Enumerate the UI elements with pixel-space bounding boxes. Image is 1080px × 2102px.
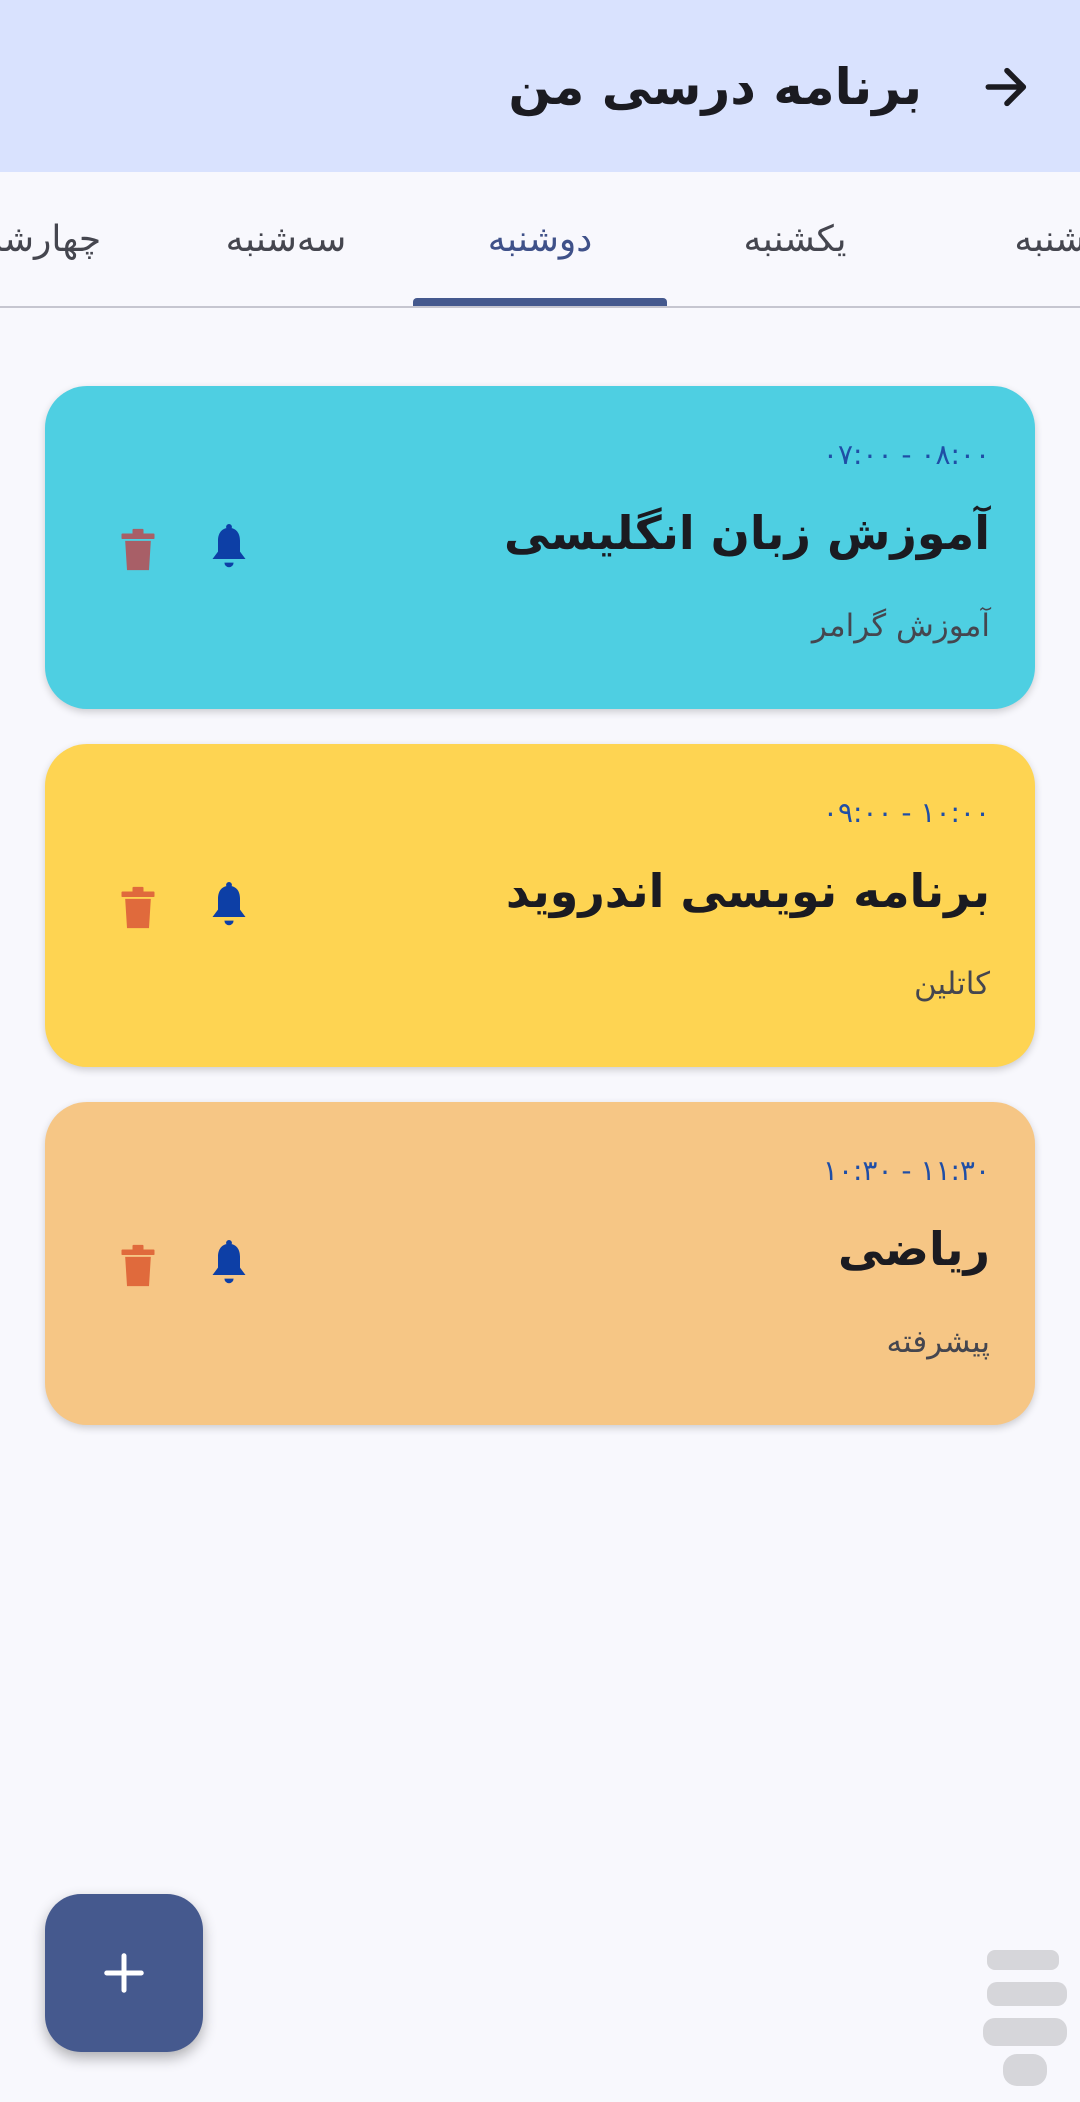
back-button[interactable] [972,52,1042,122]
trash-icon[interactable] [119,528,157,572]
card-time: ۰۷:۰۰ - ۰۸:۰۰ [822,438,990,471]
card-time: ۰۹:۰۰ - ۱۰:۰۰ [822,796,990,829]
bell-icon[interactable] [207,1238,251,1290]
tab-label: سه‌شنبه [225,218,347,260]
day-tabs: شنبه یکشنبه دوشنبه سه‌شنبه چهارشنبه [0,172,1080,308]
tab-wednesday[interactable]: چهارشنبه [0,172,159,306]
tab-label: چهارشنبه [0,218,102,260]
card-subtitle: پیشرفته [886,1324,990,1360]
add-schedule-button[interactable] [45,1894,203,2052]
tab-indicator [413,298,667,306]
store-logo-watermark [983,1950,1067,2086]
tab-label: شنبه [1014,218,1080,260]
bell-icon[interactable] [207,880,251,932]
tab-label: دوشنبه [487,218,593,260]
card-title: آموزش زبان انگلیسی [503,506,990,560]
tab-sunday[interactable]: یکشنبه [668,172,922,306]
bell-icon[interactable] [207,522,251,574]
tab-tuesday[interactable]: سه‌شنبه [159,172,413,306]
trash-icon[interactable] [119,886,157,930]
tab-label: یکشنبه [743,218,847,260]
schedule-card[interactable]: ۰۷:۰۰ - ۰۸:۰۰ آموزش زبان انگلیسی آموزش گ… [45,386,1035,709]
trash-icon[interactable] [119,1244,157,1288]
schedule-card[interactable]: ۱۰:۳۰ - ۱۱:۳۰ ریاضی پیشرفته [45,1102,1035,1425]
page-title: برنامه درسی من [508,58,922,116]
card-title: برنامه نویسی اندروید [505,864,990,918]
arrow-right-icon [985,67,1027,107]
card-time: ۱۰:۳۰ - ۱۱:۳۰ [822,1154,990,1187]
app-bar: برنامه درسی من [0,0,1080,172]
schedule-card[interactable]: ۰۹:۰۰ - ۱۰:۰۰ برنامه نویسی اندروید کاتلی… [45,744,1035,1067]
tab-monday[interactable]: دوشنبه [413,172,667,306]
plus-icon [104,1953,144,1993]
tab-saturday[interactable]: شنبه [923,172,1080,306]
card-title: ریاضی [837,1222,990,1276]
card-subtitle: آموزش گرامر [811,608,990,644]
card-subtitle: کاتلین [913,966,990,1002]
